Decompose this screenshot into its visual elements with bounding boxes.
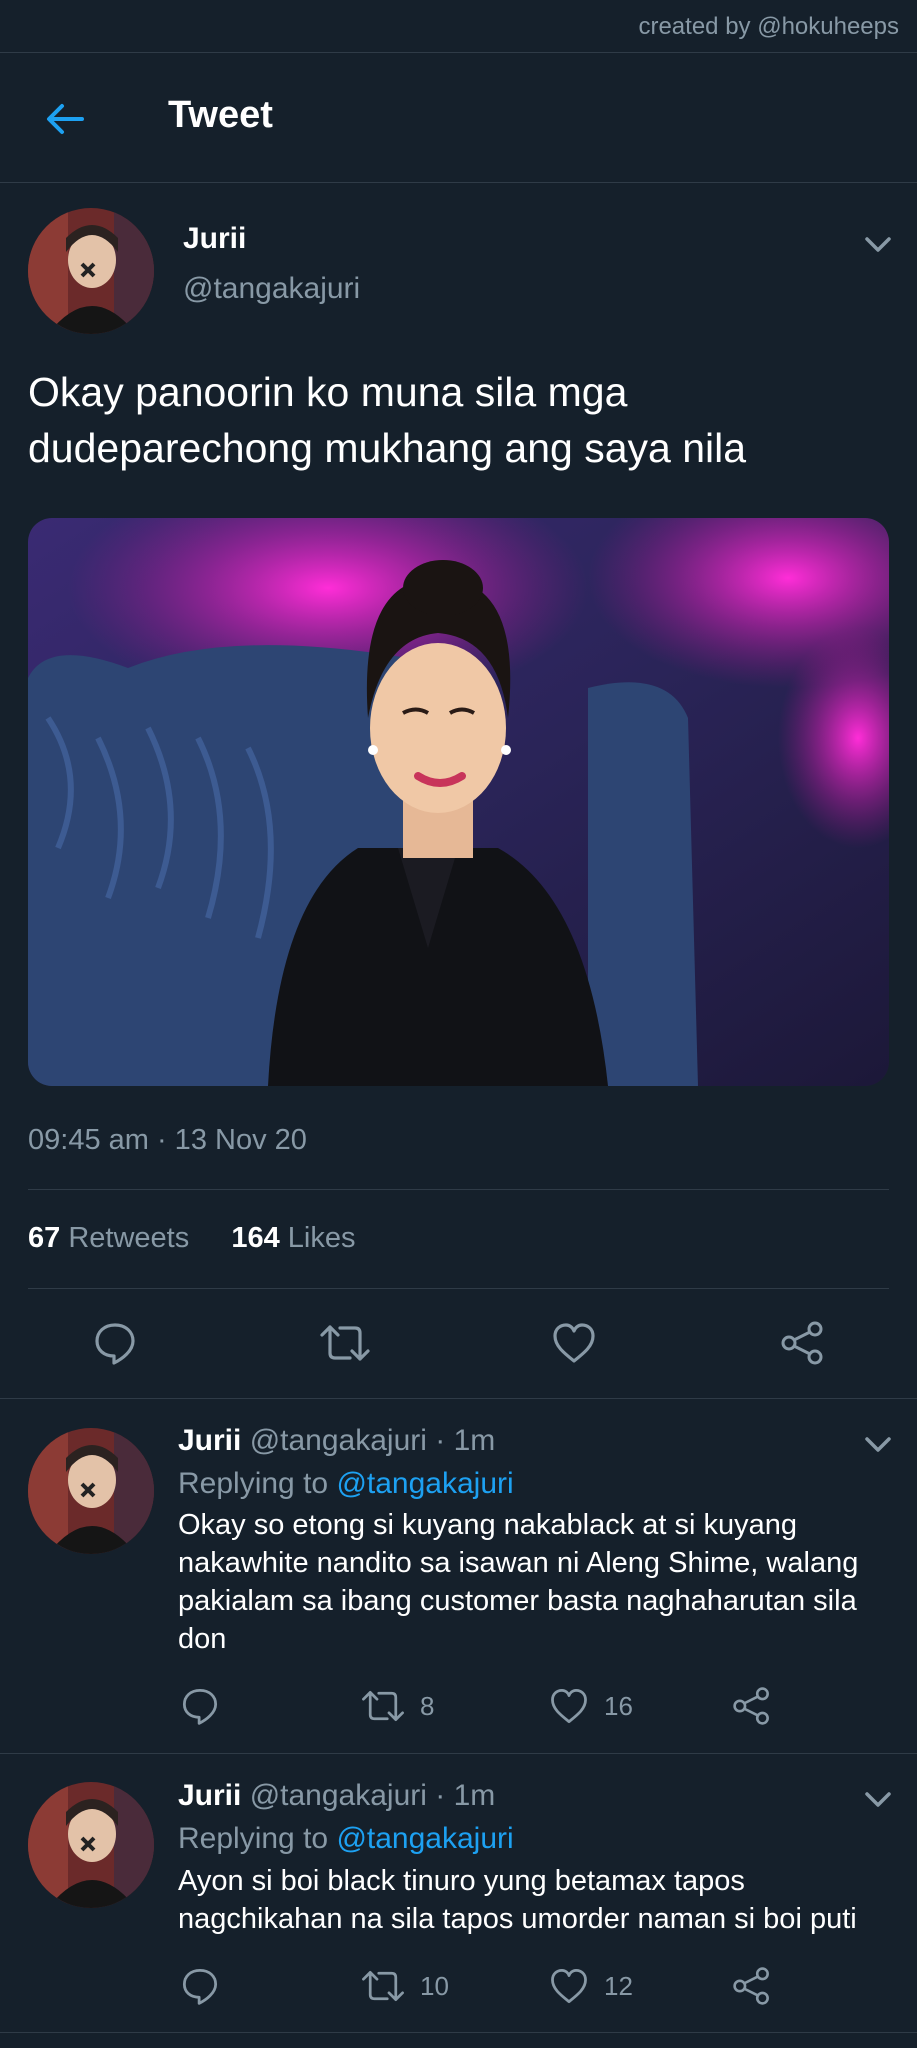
- avatar[interactable]: [28, 208, 154, 334]
- credit-bar: created by @hokuheeps: [0, 0, 917, 53]
- share-button[interactable]: [732, 1966, 786, 2006]
- divider: [0, 1398, 917, 1399]
- like-button[interactable]: 16: [548, 1686, 633, 1726]
- replying-to: Replying to @tangakajuri: [178, 1822, 514, 1856]
- reply-button[interactable]: [180, 1966, 234, 2006]
- divider: [28, 1189, 889, 1190]
- chevron-down-icon[interactable]: [862, 1783, 894, 1815]
- share-button[interactable]: [732, 1686, 786, 1726]
- likes-label: Likes: [287, 1222, 356, 1254]
- author-name[interactable]: Jurii: [183, 222, 246, 256]
- reply-header: Jurii @tangakajuri · 1m: [178, 1779, 495, 1813]
- retweet-button[interactable]: 10: [360, 1966, 449, 2006]
- page-title: Tweet: [168, 94, 273, 136]
- like-button[interactable]: 12: [548, 1966, 633, 2006]
- reply-handle-time: @tangakajuri · 1m: [249, 1424, 496, 1457]
- tweet-photo[interactable]: [28, 518, 889, 1086]
- chevron-down-icon[interactable]: [862, 1428, 894, 1460]
- retweet-icon[interactable]: [318, 1320, 372, 1366]
- retweet-icon: [362, 1971, 404, 2001]
- reply-header: Jurii @tangakajuri · 1m: [178, 1424, 495, 1458]
- likes-count: 164: [231, 1222, 280, 1254]
- back-arrow-icon[interactable]: [42, 96, 88, 142]
- replying-to: Replying to @tangakajuri: [178, 1467, 514, 1501]
- divider: [0, 2032, 917, 2033]
- divider: [0, 1753, 917, 1754]
- reply-author-name[interactable]: Jurii: [178, 1779, 241, 1812]
- retweet-count: 8: [420, 1690, 435, 1721]
- replying-prefix: Replying to: [178, 1822, 329, 1855]
- reply-icon[interactable]: [92, 1320, 138, 1366]
- share-icon: [733, 1967, 769, 2005]
- heart-icon: [551, 1688, 587, 1724]
- likes-stat[interactable]: 164 Likes: [231, 1222, 355, 1254]
- like-count: 12: [604, 1970, 633, 2001]
- credit-text: created by @hokuheeps: [638, 13, 899, 40]
- reply-icon: [182, 1968, 218, 2005]
- reply-icon: [182, 1688, 218, 1725]
- reply-handle-time: @tangakajuri · 1m: [249, 1779, 496, 1812]
- replying-to-link[interactable]: @tangakajuri: [336, 1467, 513, 1500]
- retweet-count: 10: [420, 1970, 449, 2001]
- replying-to-link[interactable]: @tangakajuri: [336, 1822, 513, 1855]
- retweets-count: 67: [28, 1222, 61, 1254]
- reply-text: Ayon si boi black tinuro yung betamax ta…: [178, 1865, 857, 1935]
- retweets-stat[interactable]: 67 Retweets: [28, 1222, 189, 1254]
- avatar[interactable]: [28, 1428, 154, 1554]
- tweet-stats: 67 Retweets 164 Likes: [28, 1222, 356, 1255]
- top-bar: Tweet: [0, 52, 917, 183]
- reply-button[interactable]: [180, 1686, 234, 1726]
- tweet-text: Okay panoorin ko muna sila mga dudeparec…: [28, 369, 747, 471]
- replying-prefix: Replying to: [178, 1467, 329, 1500]
- author-handle[interactable]: @tangakajuri: [183, 272, 360, 306]
- chevron-down-icon[interactable]: [862, 228, 894, 260]
- heart-icon[interactable]: [550, 1320, 598, 1366]
- tweet-timestamp: 09:45 am · 13 Nov 20: [28, 1124, 307, 1156]
- reply-author-name[interactable]: Jurii: [178, 1424, 241, 1457]
- retweet-icon: [362, 1691, 404, 1721]
- retweets-label: Retweets: [68, 1222, 190, 1254]
- like-count: 16: [604, 1690, 633, 1721]
- share-icon[interactable]: [780, 1320, 826, 1366]
- retweet-button[interactable]: 8: [360, 1686, 434, 1726]
- reply-text: Okay so etong si kuyang nakablack at si …: [178, 1509, 859, 1655]
- heart-icon: [551, 1968, 587, 2004]
- avatar[interactable]: [28, 1782, 154, 1908]
- divider: [28, 1288, 889, 1289]
- share-icon: [733, 1687, 769, 1725]
